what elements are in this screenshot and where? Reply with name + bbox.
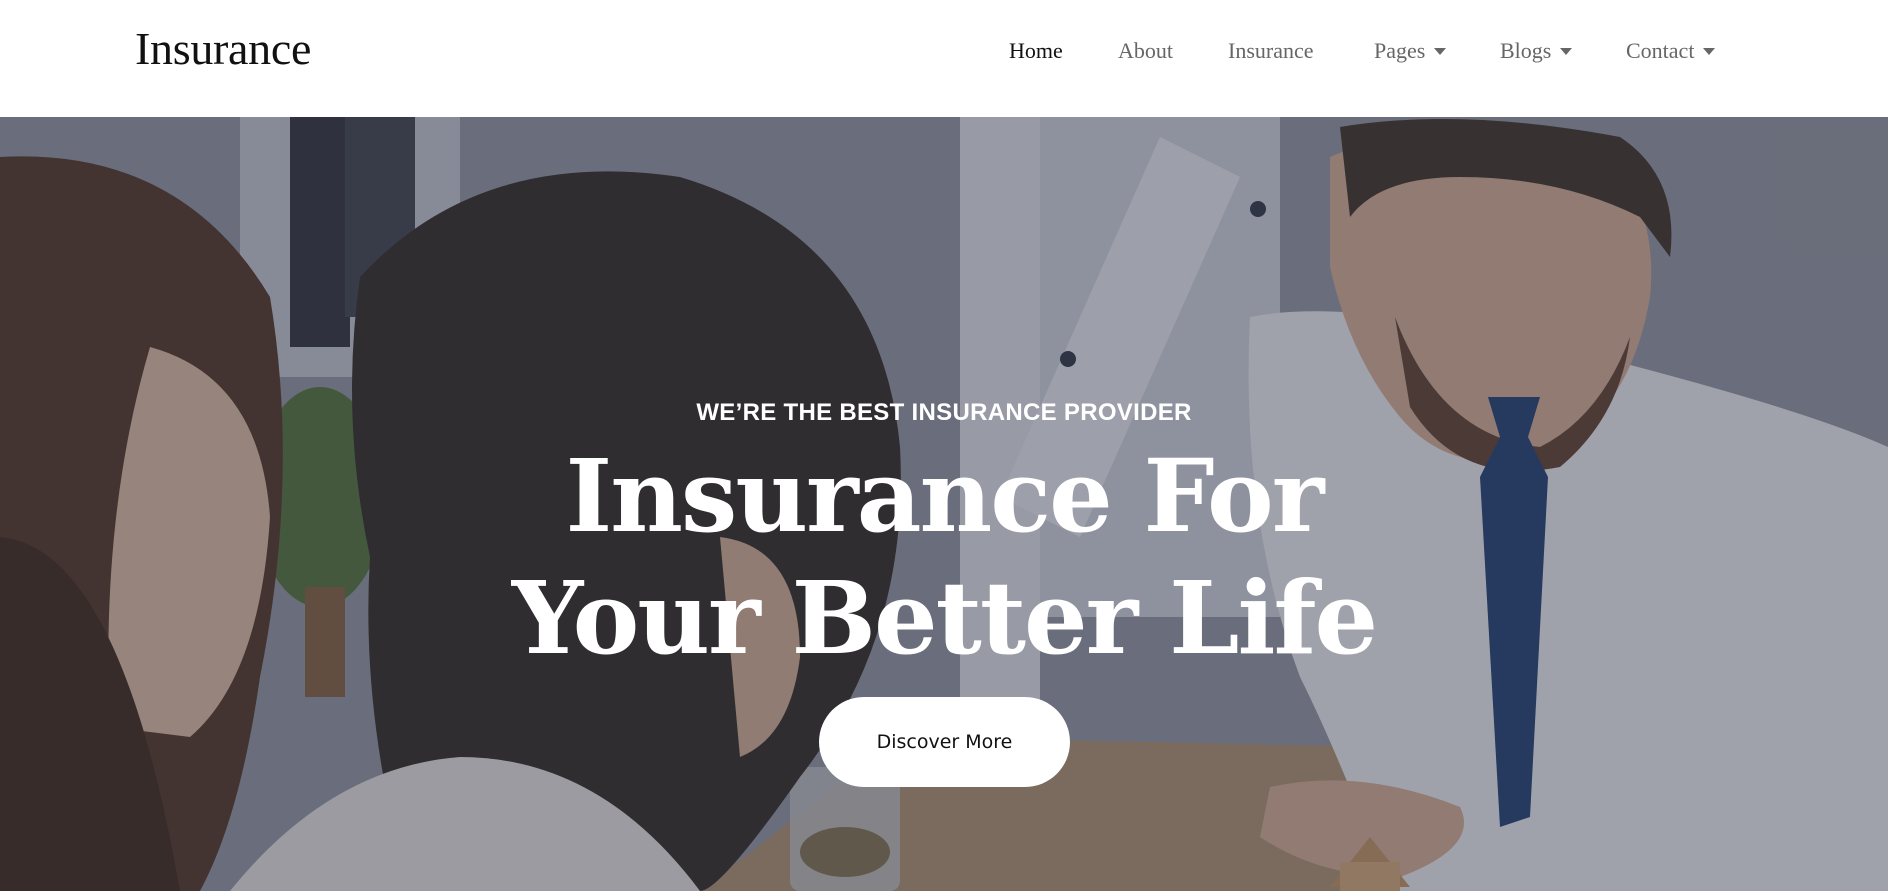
nav-item-insurance[interactable]: Insurance bbox=[1228, 38, 1314, 64]
nav-item-label: About bbox=[1118, 38, 1173, 63]
nav-item-blogs[interactable]: Blogs bbox=[1500, 38, 1573, 64]
hero-title-line-1: Insurance For bbox=[565, 437, 1325, 555]
main-nav: Home About Insurance Pages Blogs Contact bbox=[0, 38, 1888, 68]
hero-eyebrow: WE’RE THE BEST INSURANCE PROVIDER bbox=[696, 399, 1192, 426]
caret-down-icon bbox=[1560, 48, 1573, 55]
caret-down-icon bbox=[1703, 48, 1716, 55]
site-header: Insurance Home About Insurance Pages Blo… bbox=[0, 0, 1888, 117]
discover-more-button[interactable]: Discover More bbox=[819, 697, 1070, 787]
nav-item-label: Insurance bbox=[1228, 38, 1314, 63]
nav-item-pages[interactable]: Pages bbox=[1374, 38, 1447, 64]
nav-item-label: Home bbox=[1009, 38, 1063, 63]
hero-title: Insurance For Your Better Life bbox=[444, 435, 1444, 679]
nav-item-contact[interactable]: Contact bbox=[1626, 38, 1716, 64]
nav-item-label: Pages bbox=[1374, 38, 1426, 63]
hero-section: WE’RE THE BEST INSURANCE PROVIDER Insura… bbox=[0, 117, 1888, 891]
hero-title-line-2: Your Better Life bbox=[511, 559, 1378, 677]
caret-down-icon bbox=[1434, 48, 1447, 55]
nav-item-about[interactable]: About bbox=[1118, 38, 1173, 64]
nav-item-label: Blogs bbox=[1500, 38, 1552, 63]
nav-item-home[interactable]: Home bbox=[1009, 38, 1063, 64]
nav-item-label: Contact bbox=[1626, 38, 1695, 63]
